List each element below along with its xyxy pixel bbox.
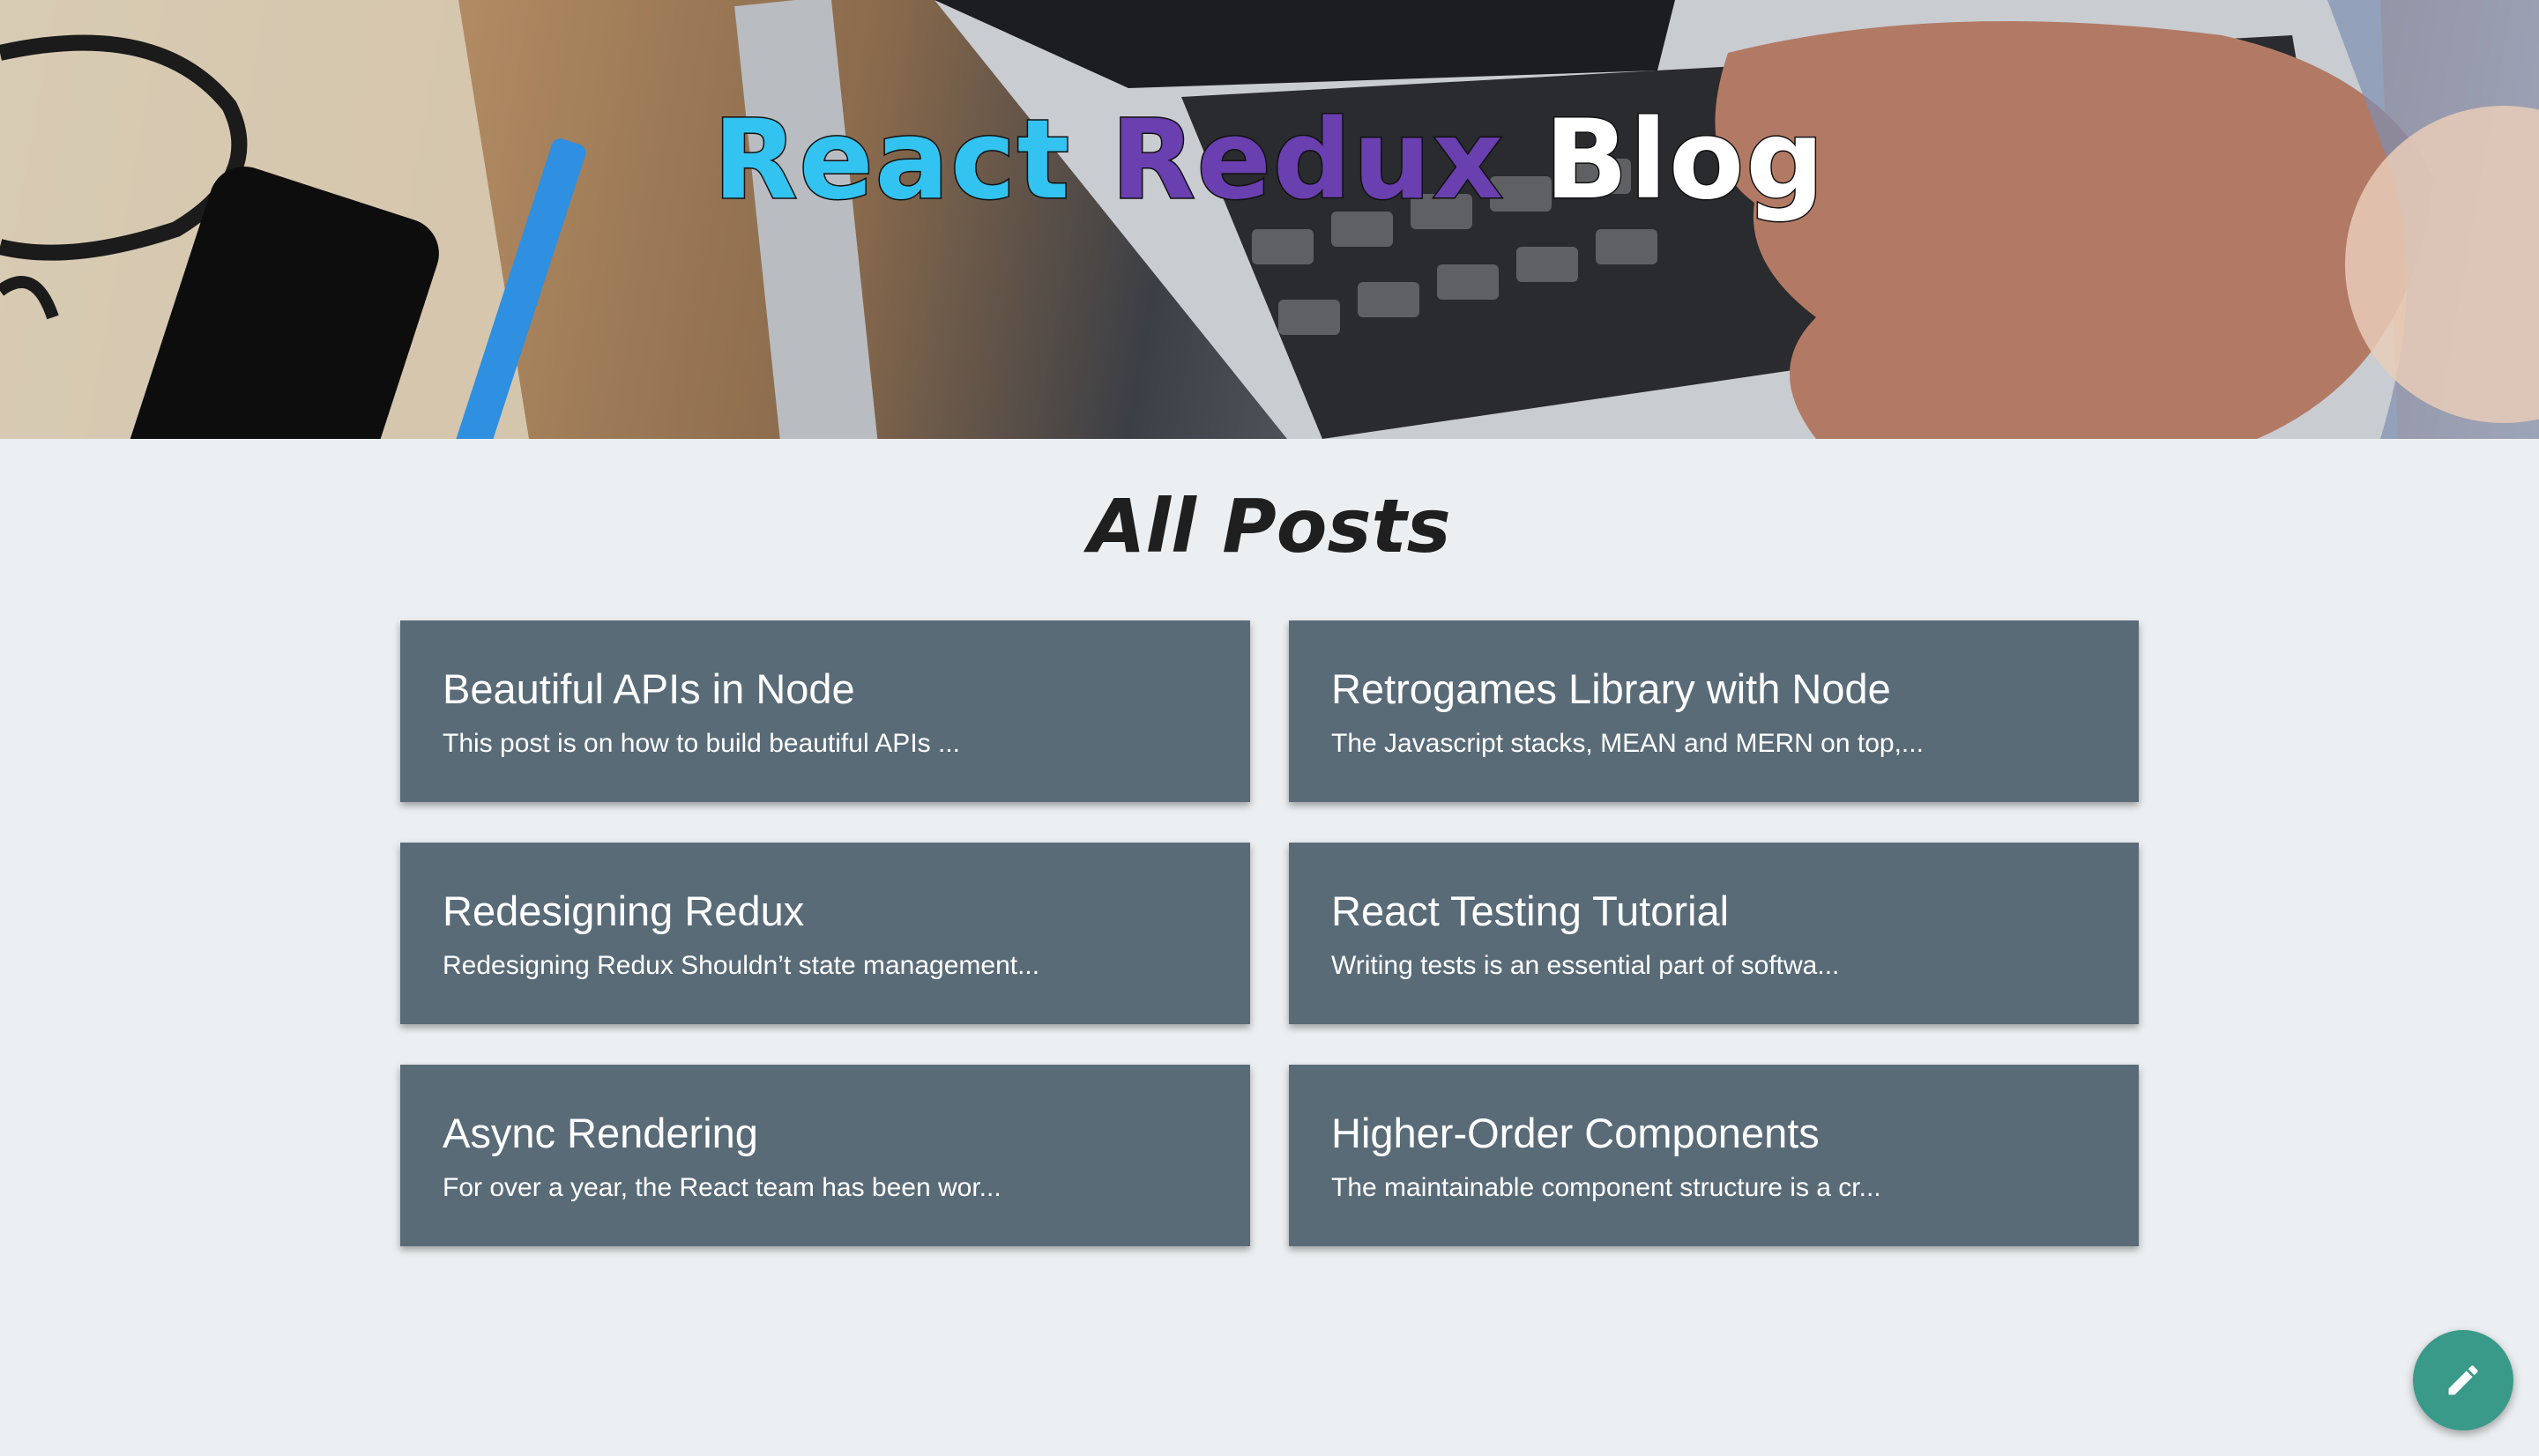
- site-title-redux: Redux: [1110, 96, 1505, 226]
- page-title: All Posts: [1088, 483, 1451, 569]
- hero-header: React Redux Blog: [0, 0, 2539, 439]
- post-card-retrogames-library[interactable]: Retrogames Library with Node The Javascr…: [1289, 620, 2139, 802]
- post-title: Retrogames Library with Node: [1331, 665, 1891, 712]
- post-title: Async Rendering: [443, 1110, 758, 1156]
- post-excerpt: The maintainable component structure is …: [1331, 1173, 1881, 1202]
- post-card-redesigning-redux[interactable]: Redesigning Redux Redesigning Redux Shou…: [400, 843, 1250, 1024]
- pencil-icon: [2448, 1365, 2478, 1395]
- post-card-higher-order-components[interactable]: Higher-Order Components The maintainable…: [1289, 1065, 2139, 1246]
- post-card-react-testing[interactable]: React Testing Tutorial Writing tests is …: [1289, 843, 2139, 1024]
- post-excerpt: Redesigning Redux Shouldn’t state manage…: [443, 951, 1040, 980]
- site-title-react: React: [712, 96, 1072, 226]
- posts-grid: Beautiful APIs in Node This post is on h…: [400, 620, 2139, 1246]
- site-title: React Redux Blog: [0, 96, 2539, 226]
- post-card-beautiful-apis[interactable]: Beautiful APIs in Node This post is on h…: [400, 620, 1250, 802]
- post-title: Beautiful APIs in Node: [443, 665, 855, 712]
- new-post-button[interactable]: [2413, 1330, 2513, 1430]
- post-title: Redesigning Redux: [443, 888, 805, 934]
- site-title-blog: Blog: [1544, 96, 1826, 226]
- post-excerpt: The Javascript stacks, MEAN and MERN on …: [1331, 729, 1924, 758]
- post-excerpt: This post is on how to build beautiful A…: [443, 729, 960, 758]
- post-card-async-rendering[interactable]: Async Rendering For over a year, the Rea…: [400, 1065, 1250, 1246]
- post-title: React Testing Tutorial: [1331, 888, 1730, 934]
- post-title: Higher-Order Components: [1331, 1110, 1820, 1156]
- post-excerpt: For over a year, the React team has been…: [443, 1173, 1001, 1202]
- post-excerpt: Writing tests is an essential part of so…: [1331, 951, 1840, 980]
